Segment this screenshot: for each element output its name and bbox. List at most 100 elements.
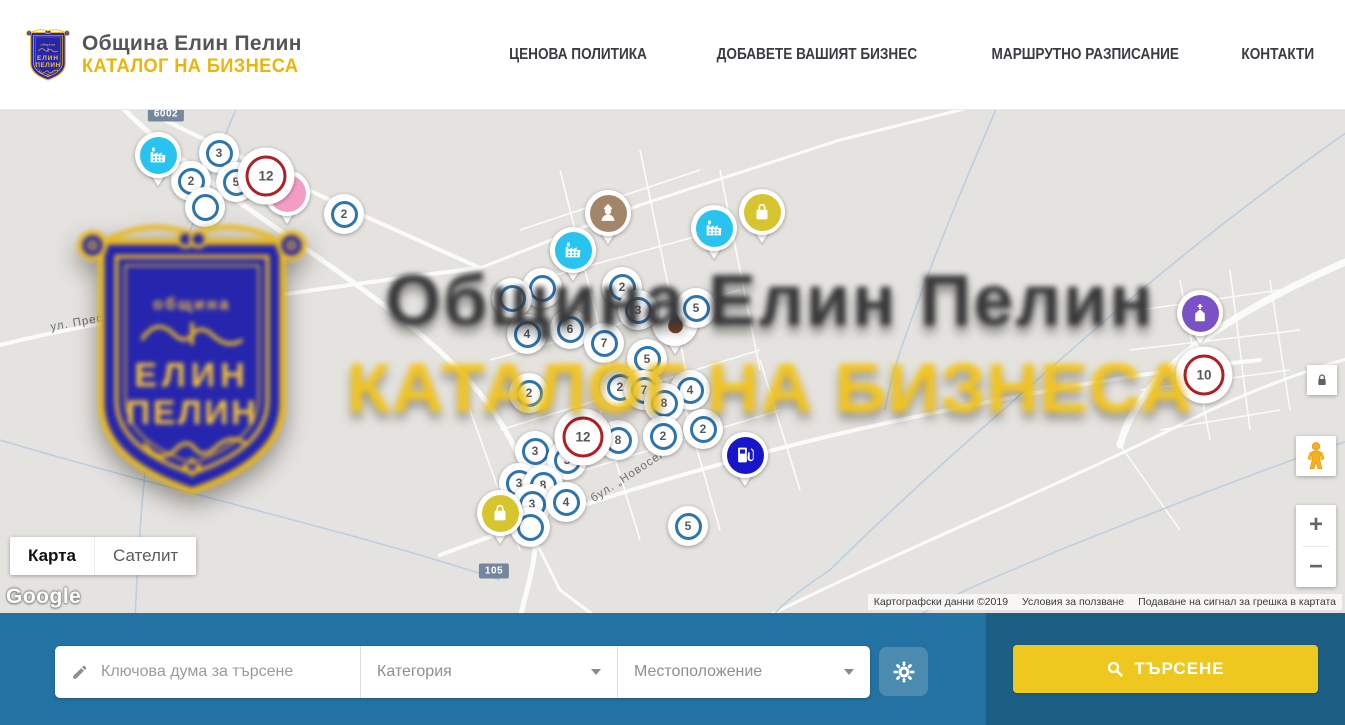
cluster-count: 5 — [683, 295, 710, 322]
cluster-count: 4 — [514, 321, 541, 348]
bag-icon — [744, 194, 781, 231]
advanced-search-button[interactable] — [879, 647, 928, 696]
cluster-count: 4 — [553, 489, 580, 516]
cluster-count: 8 — [651, 390, 678, 417]
pin-head — [477, 490, 523, 536]
cluster-marker[interactable]: 5 — [676, 288, 716, 328]
cluster-count — [192, 194, 219, 221]
header: Община Елин Пелин КАТАЛОГ НА БИЗНЕСА ЦЕН… — [0, 0, 1345, 110]
cluster-count: 12 — [563, 417, 604, 458]
cluster-count: 2 — [331, 201, 358, 228]
cluster-count: 2 — [690, 416, 717, 443]
cluster-marker[interactable]: 7 — [584, 323, 624, 363]
zoom-control: + − — [1296, 505, 1336, 587]
fuel-icon — [727, 437, 764, 474]
attribution-map-data: Картографски данни ©2019 — [874, 596, 1008, 608]
gear-icon — [892, 660, 916, 684]
cluster-count: 5 — [675, 513, 702, 540]
factory-icon — [140, 137, 177, 174]
zoom-out-button[interactable]: − — [1296, 547, 1336, 588]
pin-head — [739, 189, 785, 235]
map-type-control: Карта Сателит — [10, 537, 196, 575]
cluster-marker[interactable]: 4 — [507, 314, 547, 354]
google-logo[interactable]: Google — [6, 585, 81, 609]
cluster-marker[interactable]: 2 — [509, 373, 549, 413]
nav-route-schedule[interactable]: МАРШРУТНО РАЗПИСАНИЕ — [991, 46, 1178, 64]
municipality-crest-icon — [24, 26, 72, 84]
chevron-down-icon — [844, 669, 854, 680]
cluster-count: 6 — [557, 316, 584, 343]
cluster-marker[interactable]: 10 — [1176, 347, 1233, 404]
pin-head — [135, 132, 181, 178]
worker-icon — [590, 195, 627, 232]
pin-head — [691, 205, 737, 251]
lock-icon — [1314, 372, 1330, 388]
chevron-down-icon — [591, 669, 601, 680]
map-type-map-button[interactable]: Карта — [10, 537, 94, 575]
factory-icon — [696, 210, 733, 247]
cluster-marker[interactable]: 2 — [324, 194, 364, 234]
cluster-marker[interactable] — [185, 187, 225, 227]
street-view-pegman[interactable] — [1296, 436, 1336, 476]
lock-button[interactable] — [1307, 365, 1337, 395]
road-shield: 105 — [479, 564, 509, 579]
pin-head — [1177, 290, 1223, 336]
road-shield: 6002 — [148, 110, 184, 122]
fuel-pin[interactable] — [722, 432, 768, 492]
cluster-count: 3 — [625, 297, 652, 324]
cluster-count: 5 — [634, 346, 661, 373]
cluster-marker[interactable]: 12 — [555, 409, 612, 466]
church-icon — [1182, 295, 1219, 332]
search-button[interactable]: ТЪРСЕНЕ — [1013, 645, 1318, 693]
bag-pin[interactable] — [739, 189, 785, 249]
cluster-count: 12 — [246, 156, 287, 197]
search-bar-right-panel: ТЪРСЕНЕ — [986, 613, 1345, 725]
cluster-marker[interactable]: 3 — [618, 290, 658, 330]
pin-head — [722, 432, 768, 478]
cluster-marker[interactable] — [492, 278, 532, 318]
cluster-marker[interactable]: 12 — [238, 148, 295, 205]
pencil-icon — [71, 663, 89, 681]
location-select-value: Местоположение — [634, 663, 762, 681]
map-attribution: Картографски данни ©2019 Условия за полз… — [868, 594, 1342, 610]
category-select[interactable]: Категория — [360, 646, 617, 698]
brand-logo[interactable]: Община Елин Пелин КАТАЛОГ НА БИЗНЕСА — [24, 26, 307, 84]
nav-contacts[interactable]: КОНТАКТИ — [1242, 46, 1315, 64]
search-fields: Категория Местоположение — [55, 646, 870, 698]
main-nav: ЦЕНОВА ПОЛИТИКА ДОБАВЕТЕ ВАШИЯТ БИЗНЕС М… — [497, 46, 1321, 64]
site-subtitle: КАТАЛОГ НА БИЗНЕСА — [82, 56, 298, 78]
nav-add-your-business[interactable]: ДОБАВЕТЕ ВАШИЯТ БИЗНЕС — [717, 46, 917, 64]
cluster-count — [499, 285, 526, 312]
cluster-marker[interactable]: 4 — [546, 482, 586, 522]
google-map[interactable]: 6002105ул. Преславбул. „Новосел 32512223… — [0, 110, 1345, 613]
attribution-terms-link[interactable]: Условия за ползване — [1022, 596, 1124, 608]
pin-head — [585, 190, 631, 236]
attribution-report-error-link[interactable]: Подаване на сигнал за грешка в картата — [1138, 596, 1336, 608]
cluster-marker[interactable]: 2 — [643, 416, 683, 456]
worker-pin[interactable] — [585, 190, 631, 250]
site-title: Община Елин Пелин — [82, 32, 307, 56]
keyword-search-input[interactable] — [99, 662, 344, 682]
category-select-value: Категория — [377, 663, 452, 681]
zoom-in-button[interactable]: + — [1296, 505, 1336, 546]
church-pin[interactable] — [1177, 290, 1223, 350]
keyword-field — [55, 646, 360, 698]
factory-pin[interactable] — [135, 132, 181, 192]
location-select[interactable]: Местоположение — [617, 646, 870, 698]
cluster-marker[interactable]: 2 — [683, 409, 723, 449]
search-bar: ТЪРСЕНЕ Категория Местоположение — [0, 613, 1345, 725]
search-icon — [1106, 660, 1124, 678]
nav-pricing-policy[interactable]: ЦЕНОВА ПОЛИТИКА — [509, 46, 647, 64]
cluster-count: 3 — [522, 438, 549, 465]
search-button-label: ТЪРСЕНЕ — [1134, 659, 1224, 679]
cluster-marker[interactable]: 5 — [668, 506, 708, 546]
cluster-count: 7 — [591, 330, 618, 357]
cluster-count: 10 — [1184, 355, 1225, 396]
pegman-icon — [1303, 441, 1329, 471]
map-type-satellite-button[interactable]: Сателит — [94, 537, 196, 575]
cluster-count: 2 — [650, 423, 677, 450]
bag-pin[interactable] — [477, 490, 523, 550]
cluster-count: 2 — [516, 380, 543, 407]
bag-icon — [482, 495, 519, 532]
factory-pin[interactable] — [691, 205, 737, 265]
